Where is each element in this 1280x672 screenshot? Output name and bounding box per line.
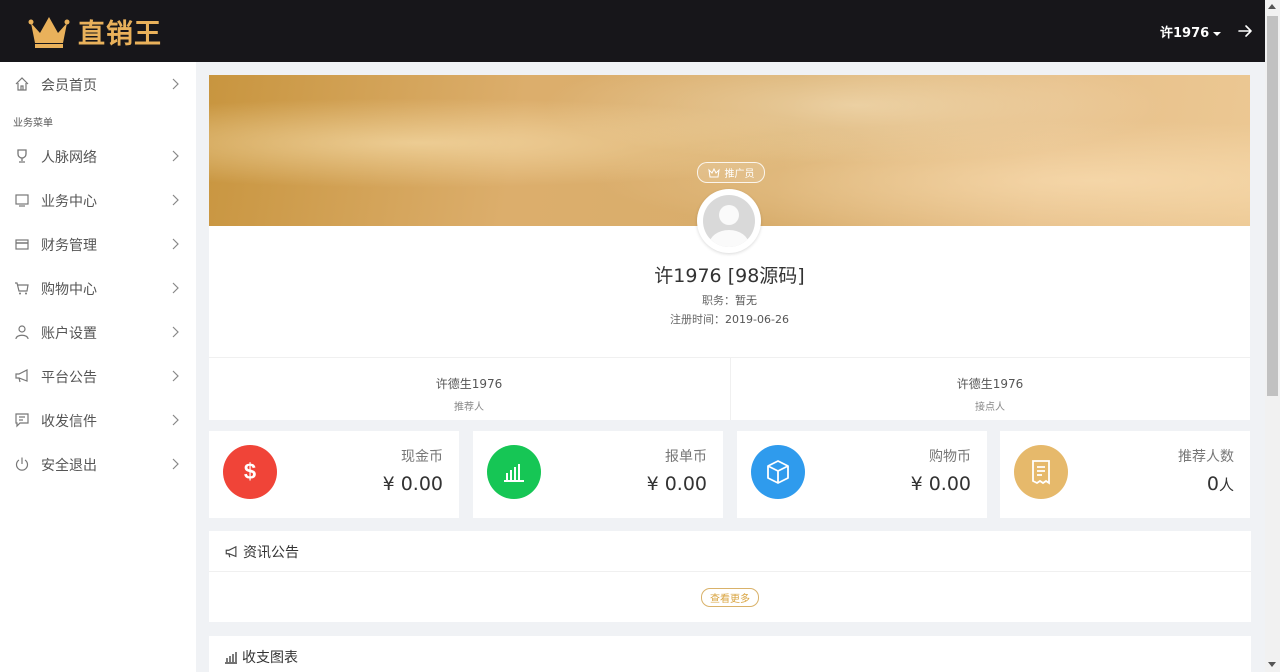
stat-card-order[interactable]: 报单币 ¥ 0.00 (473, 431, 723, 518)
chevron-right-icon (172, 150, 179, 162)
chevron-right-icon (172, 238, 179, 250)
stat-unit: 人 (1218, 476, 1234, 494)
sidebar-item-label: 平台公告 (41, 370, 97, 386)
chevron-right-icon (172, 458, 179, 470)
divider (209, 571, 1251, 572)
user-silhouette-icon (709, 205, 749, 247)
sidebar-item-label: 会员首页 (41, 78, 97, 94)
view-more-button[interactable]: 查看更多 (701, 588, 759, 607)
register-line: 注册时间：2019-06-26 (209, 311, 1250, 327)
sidebar-item-label: 人脉网络 (41, 150, 97, 166)
sidebar-item-finance[interactable]: 财务管理 (0, 224, 196, 264)
stat-card-shopping[interactable]: 购物币 ¥ 0.00 (737, 431, 987, 518)
referrer-name: 许德生1976 (435, 377, 503, 391)
stat-title: 推荐人数 (1178, 449, 1234, 465)
news-panel: 资讯公告 查看更多 (209, 531, 1251, 622)
referrer-role: 推荐人 (454, 402, 484, 413)
chart-panel-header: 收支图表 (224, 647, 298, 667)
receipt-icon (1014, 445, 1068, 499)
arrow-right-icon[interactable] (1236, 22, 1254, 40)
chevron-right-icon (172, 370, 179, 382)
avatar-placeholder (703, 195, 755, 247)
node-name: 许德生1976 (956, 377, 1024, 391)
scroll-thumb[interactable] (1267, 16, 1278, 396)
crown-icon (707, 167, 720, 177)
top-bar: 直销王 许1976 (0, 0, 1265, 62)
stat-count: 0 (1206, 473, 1219, 495)
sidebar-item-member-home[interactable]: 会员首页 (0, 64, 196, 104)
card-icon (15, 239, 29, 250)
chevron-right-icon (172, 282, 179, 294)
sidebar-item-label: 安全退出 (41, 458, 97, 474)
box-icon (751, 445, 805, 499)
sidebar-item-account[interactable]: 账户设置 (0, 312, 196, 352)
home-icon (15, 77, 29, 91)
register-date: 2019-06-26 (725, 313, 789, 326)
chevron-right-icon (172, 326, 179, 338)
crown-icon (28, 17, 70, 48)
position-value: 暂无 (735, 294, 757, 307)
profile-card: 推广员 许1976 [98源码] 职务：暂无 注册时间：2019-06-26 许… (209, 75, 1250, 420)
message-icon (15, 413, 29, 428)
megaphone-icon (15, 369, 28, 383)
sidebar-item-mail[interactable]: 收发信件 (0, 400, 196, 440)
bar-chart-icon (225, 652, 237, 664)
scroll-up-icon[interactable] (1268, 4, 1276, 9)
sidebar-item-label: 业务中心 (41, 194, 97, 210)
sidebar-item-business[interactable]: 业务中心 (0, 180, 196, 220)
stat-value: ¥ 0.00 (646, 473, 707, 495)
chevron-right-icon (172, 78, 179, 90)
user-name: 许1976 (1160, 26, 1210, 41)
stat-title: 购物币 (929, 449, 971, 465)
stat-value: ¥ 0.00 (382, 473, 443, 495)
sidebar-item-logout[interactable]: 安全退出 (0, 444, 196, 484)
profile-display-name: 许1976 [98源码] (654, 265, 805, 287)
chart-panel: 收支图表 (209, 636, 1251, 672)
user-icon (15, 325, 29, 340)
sidebar-item-label: 购物中心 (41, 282, 97, 298)
position-line: 职务：暂无 (209, 292, 1250, 308)
monitor-icon (15, 194, 29, 207)
sidebar-item-network[interactable]: 人脉网络 (0, 136, 196, 176)
node-block: 许德生1976 接点人 (730, 375, 1250, 413)
stat-value: ¥ 0.00 (910, 473, 971, 495)
cart-icon (15, 282, 29, 295)
stat-card-cash[interactable]: $ 现金币 ¥ 0.00 (209, 431, 459, 518)
register-label: 注册时间： (670, 313, 726, 326)
avatar[interactable] (697, 189, 761, 253)
stat-title: 现金币 (401, 449, 443, 465)
power-icon (15, 457, 29, 471)
section-label: 业务菜单 (13, 118, 53, 129)
sidebar-item-shopping[interactable]: 购物中心 (0, 268, 196, 308)
sidebar-item-notice[interactable]: 平台公告 (0, 356, 196, 396)
stat-title: 报单币 (665, 449, 707, 465)
news-panel-header: 资讯公告 (224, 542, 299, 562)
trophy-icon (17, 149, 27, 163)
role-badge: 推广员 (697, 162, 765, 183)
sidebar-item-label: 财务管理 (41, 238, 97, 254)
dollar-icon: $ (223, 445, 277, 499)
page-scrollbar[interactable] (1265, 0, 1280, 672)
user-menu-dropdown[interactable]: 许1976 (1160, 22, 1222, 41)
stat-value: 0人 (1207, 473, 1234, 495)
svg-text:$: $ (244, 459, 256, 484)
stat-card-referrals[interactable]: 推荐人数 0人 (1000, 431, 1250, 518)
megaphone-icon (225, 545, 237, 558)
scroll-down-icon[interactable] (1268, 662, 1276, 667)
news-panel-title: 资讯公告 (243, 545, 299, 561)
brand-logo[interactable]: 直销王 (28, 12, 162, 50)
bar-chart-icon (487, 445, 541, 499)
chart-panel-title: 收支图表 (242, 650, 298, 666)
caret-down-icon (1213, 31, 1222, 36)
sidebar-item-label: 收发信件 (41, 414, 97, 430)
chevron-right-icon (172, 414, 179, 426)
referrer-block: 许德生1976 推荐人 (209, 375, 729, 413)
sidebar-item-label: 账户设置 (41, 326, 97, 342)
position-label: 职务： (702, 294, 735, 307)
chevron-right-icon (172, 194, 179, 206)
node-role: 接点人 (975, 402, 1005, 413)
role-badge-label: 推广员 (724, 169, 755, 180)
brand-name: 直销王 (78, 18, 162, 50)
sidebar: 会员首页 业务菜单 人脉网络 业务中心 财务管理 购物中心 账户设置 平台公告 … (0, 62, 196, 672)
